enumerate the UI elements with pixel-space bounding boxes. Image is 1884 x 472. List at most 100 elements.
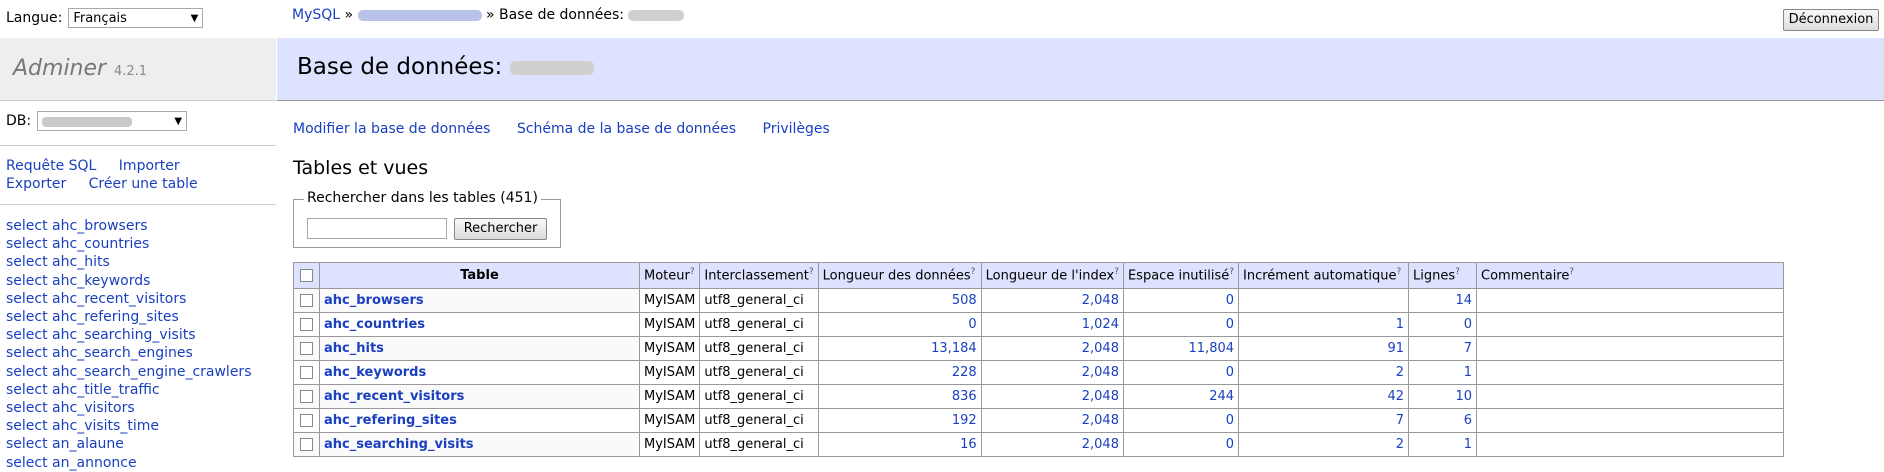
sidebar-table-link[interactable]: select ahc_title_traffic <box>6 381 252 399</box>
brand-version: 4.2.1 <box>114 64 148 79</box>
row-checkbox-cell <box>293 288 320 313</box>
search-button[interactable]: Rechercher <box>454 218 547 240</box>
data-free-cell[interactable]: 0 <box>1122 408 1240 433</box>
language-select[interactable]: Français ▼ <box>68 8 204 28</box>
table-name-link[interactable]: ahc_countries <box>319 312 640 337</box>
select-all-checkbox[interactable] <box>300 269 313 282</box>
data-free-cell[interactable]: 11,804 <box>1122 336 1240 361</box>
rows-cell[interactable]: 7 <box>1408 336 1478 361</box>
alter-database-link[interactable]: Modifier la base de données <box>293 121 490 137</box>
help-link[interactable]: ? <box>1114 267 1119 277</box>
sidebar-table-link[interactable]: select ahc_search_engine_crawlers <box>6 363 252 381</box>
auto-increment-cell[interactable]: 1 <box>1238 312 1410 337</box>
index-length-cell[interactable]: 2,048 <box>980 384 1124 409</box>
database-label: DB: <box>6 113 32 129</box>
auto-increment-cell[interactable]: 2 <box>1238 432 1410 457</box>
breadcrumb-server-redacted[interactable] <box>357 9 482 21</box>
rows-cell[interactable]: 6 <box>1408 408 1478 433</box>
logout-button[interactable]: Déconnexion <box>1783 9 1879 31</box>
header-table-label: Table <box>460 268 499 283</box>
help-link[interactable]: ? <box>1569 267 1574 277</box>
index-length-cell[interactable]: 2,048 <box>980 408 1124 433</box>
table-name-link[interactable]: ahc_keywords <box>319 360 640 385</box>
index-length-cell[interactable]: 2,048 <box>980 288 1124 313</box>
sidebar-table-list: select ahc_browsers select ahc_countries s… <box>6 217 252 472</box>
index-length-cell[interactable]: 1,024 <box>980 312 1124 337</box>
rows-cell[interactable]: 1 <box>1408 360 1478 385</box>
help-link[interactable]: ? <box>809 267 814 277</box>
data-free-cell[interactable]: 0 <box>1122 360 1240 385</box>
import-link[interactable]: Importer <box>119 158 180 174</box>
table-row: ahc_hits MyISAM utf8_general_ci 13,184 2,048… <box>293 336 1785 361</box>
sql-command-link[interactable]: Requête SQL <box>6 158 96 174</box>
data-free-cell[interactable]: 244 <box>1122 384 1240 409</box>
index-length-cell[interactable]: 2,048 <box>980 336 1124 361</box>
header-data-length: Longueur des données? <box>817 262 982 289</box>
help-link[interactable]: ? <box>1229 267 1234 277</box>
data-length-cell[interactable]: 836 <box>817 384 982 409</box>
tables-table-body: ahc_browsers MyISAM utf8_general_ci 508 2,04… <box>293 288 1785 457</box>
sidebar-table-link[interactable]: select an_annonce <box>6 454 252 472</box>
index-length-cell[interactable]: 2,048 <box>980 360 1124 385</box>
data-free-cell[interactable]: 0 <box>1122 288 1240 313</box>
data-length-cell[interactable]: 228 <box>817 360 982 385</box>
help-link[interactable]: ? <box>1397 267 1402 277</box>
sidebar-table-link[interactable]: select ahc_keywords <box>6 272 252 290</box>
data-length-cell[interactable]: 16 <box>817 432 982 457</box>
rows-cell[interactable]: 1 <box>1408 432 1478 457</box>
sidebar-table-link[interactable]: select ahc_visitors <box>6 399 252 417</box>
index-length-cell[interactable]: 2,048 <box>980 432 1124 457</box>
sidebar-table-link[interactable]: select ahc_countries <box>6 235 252 253</box>
help-link[interactable]: ? <box>971 267 976 277</box>
row-checkbox[interactable] <box>300 294 313 307</box>
rows-cell[interactable]: 0 <box>1408 312 1478 337</box>
header-engine: Moteur? <box>638 262 701 289</box>
data-length-cell[interactable]: 192 <box>817 408 982 433</box>
row-checkbox[interactable] <box>300 438 313 451</box>
auto-increment-cell[interactable]: 2 <box>1238 360 1410 385</box>
breadcrumb-mysql[interactable]: MySQL <box>292 7 340 23</box>
table-name-link[interactable]: ahc_hits <box>319 336 640 361</box>
data-free-cell[interactable]: 0 <box>1122 432 1240 457</box>
sidebar-table-link[interactable]: select ahc_recent_visitors <box>6 290 252 308</box>
table-name-link[interactable]: ahc_browsers <box>319 288 640 313</box>
data-length-cell[interactable]: 508 <box>817 288 982 313</box>
row-checkbox[interactable] <box>300 342 313 355</box>
table-row: ahc_countries MyISAM utf8_general_ci 0 1,024… <box>293 312 1785 337</box>
row-checkbox[interactable] <box>300 318 313 331</box>
sidebar-table-link[interactable]: select ahc_search_engines <box>6 344 252 362</box>
help-link[interactable]: ? <box>1455 267 1460 277</box>
rows-cell[interactable]: 10 <box>1408 384 1478 409</box>
database-schema-link[interactable]: Schéma de la base de données <box>517 121 736 137</box>
export-link[interactable]: Exporter <box>6 176 66 192</box>
row-checkbox[interactable] <box>300 366 313 379</box>
database-select[interactable]: ▼ <box>37 111 188 131</box>
auto-increment-cell[interactable]: 42 <box>1238 384 1410 409</box>
create-table-link[interactable]: Créer une table <box>89 176 198 192</box>
table-name-link[interactable]: ahc_recent_visitors <box>319 384 640 409</box>
sidebar-table-link[interactable]: select ahc_browsers <box>6 217 252 235</box>
data-length-cell[interactable]: 0 <box>817 312 982 337</box>
privileges-link[interactable]: Privilèges <box>763 121 830 137</box>
dropdown-arrow-icon: ▼ <box>174 116 183 127</box>
help-link[interactable]: ? <box>690 267 695 277</box>
header-data-length-label: Longueur des données <box>822 268 971 284</box>
sidebar-table-link[interactable]: select ahc_searching_visits <box>6 326 252 344</box>
data-free-cell[interactable]: 0 <box>1122 312 1240 337</box>
sidebar-table-link[interactable]: select ahc_hits <box>6 253 252 271</box>
row-checkbox[interactable] <box>300 414 313 427</box>
brand-name[interactable]: Adminer <box>13 56 106 81</box>
auto-increment-cell[interactable]: 7 <box>1238 408 1410 433</box>
auto-increment-cell[interactable] <box>1238 288 1410 313</box>
search-input[interactable] <box>307 218 447 239</box>
data-length-cell[interactable]: 13,184 <box>817 336 982 361</box>
sidebar-table-link[interactable]: select an_alaune <box>6 435 252 453</box>
engine-cell: MyISAM <box>638 408 701 433</box>
row-checkbox[interactable] <box>300 390 313 403</box>
table-name-link[interactable]: ahc_refering_sites <box>319 408 640 433</box>
table-name-link[interactable]: ahc_searching_visits <box>319 432 640 457</box>
rows-cell[interactable]: 14 <box>1408 288 1478 313</box>
sidebar-table-link[interactable]: select ahc_refering_sites <box>6 308 252 326</box>
auto-increment-cell[interactable]: 91 <box>1238 336 1410 361</box>
sidebar-table-link[interactable]: select ahc_visits_time <box>6 417 252 435</box>
